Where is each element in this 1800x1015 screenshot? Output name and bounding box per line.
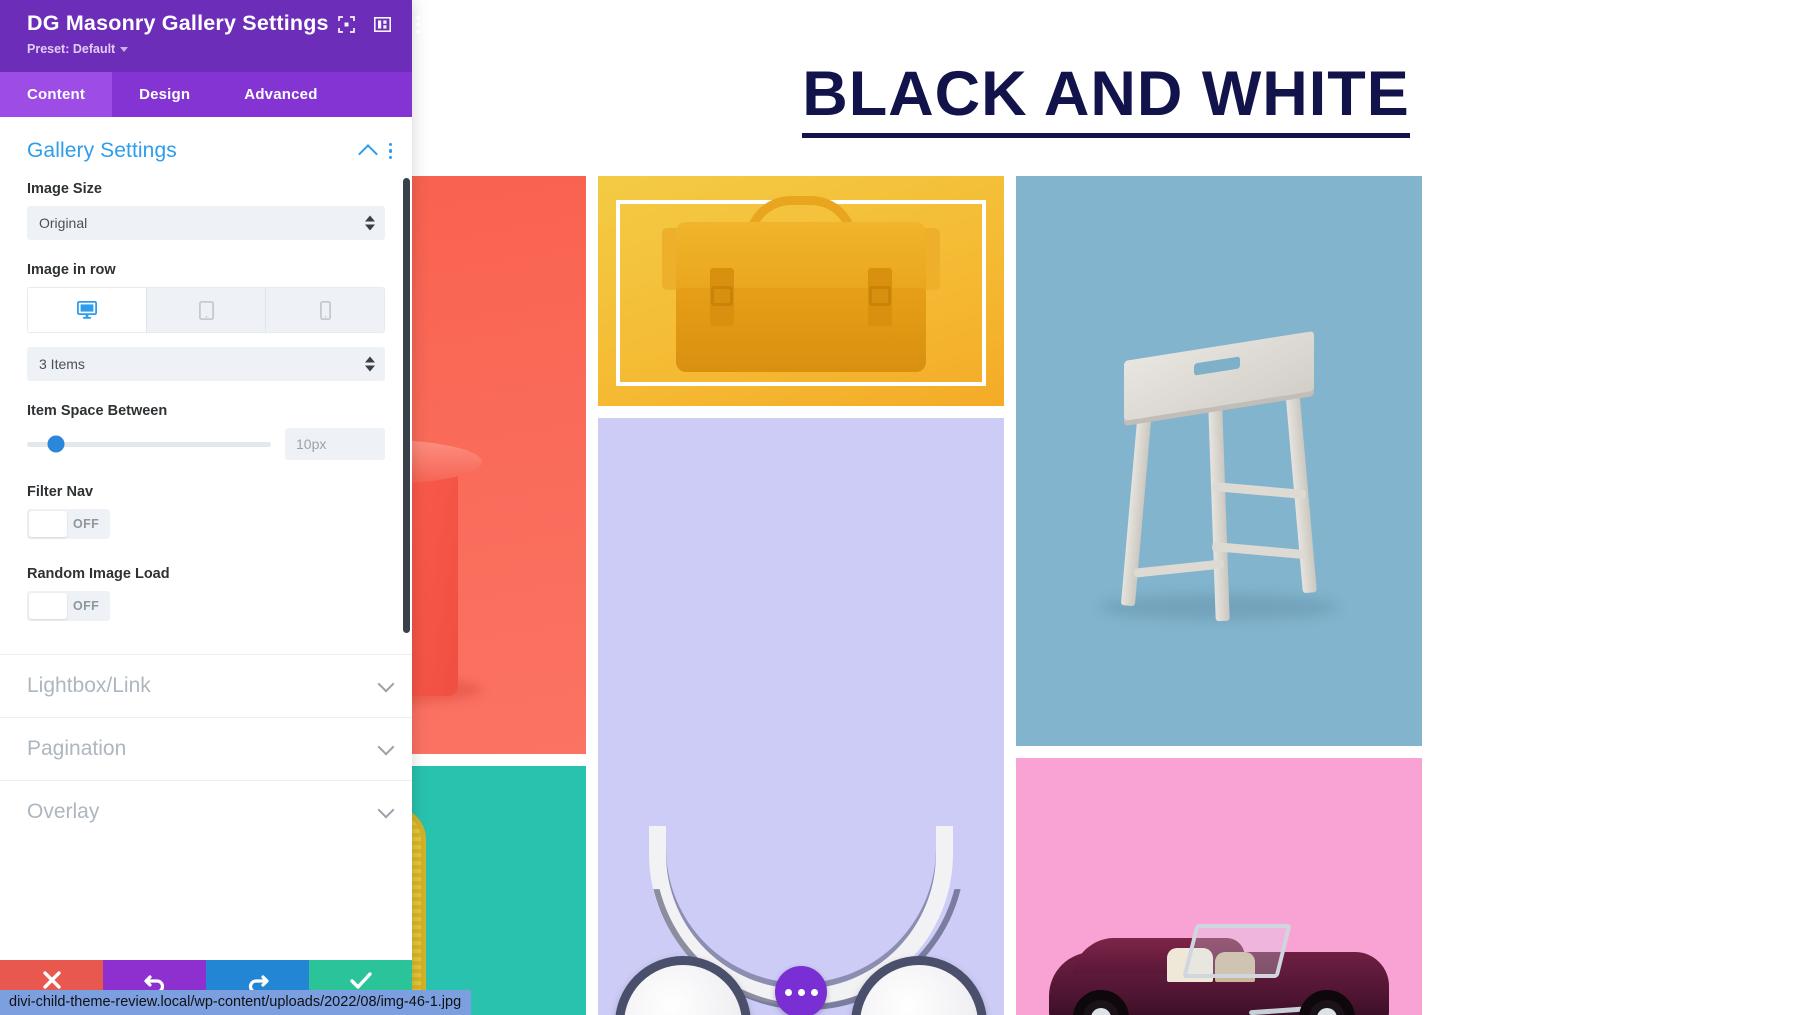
kebab-menu-icon[interactable] <box>401 10 437 38</box>
chevron-down-icon <box>377 675 395 692</box>
pagination-label: Pagination <box>27 737 127 760</box>
phone-icon <box>319 300 331 320</box>
random-image-load-state: OFF <box>73 599 100 613</box>
section-pagination[interactable]: Pagination <box>0 717 412 780</box>
dot-1 <box>784 988 792 996</box>
page-heading-wrap: BLACK AND WHITE <box>412 59 1800 139</box>
status-bar-url: divi-child-theme-review.local/wp-content… <box>9 994 462 1010</box>
section-overlay[interactable]: Overlay <box>0 780 412 843</box>
layout-columns-icon[interactable] <box>365 10 401 38</box>
field-item-space-between: Item Space Between 10px <box>0 381 412 460</box>
gallery-overlay-dots-button[interactable] <box>775 966 827 1015</box>
section-lightbox-link[interactable]: Lightbox/Link <box>0 654 412 717</box>
field-image-in-row: Image in row <box>0 240 412 333</box>
module-settings-panel: DG Masonry Gallery Settings Preset: Defa… <box>0 0 421 1015</box>
masonry-gallery: SONY SONY <box>180 176 1800 1015</box>
device-tablet-button[interactable] <box>147 288 266 332</box>
select-arrows-icon <box>365 356 375 372</box>
slider-knob[interactable] <box>47 435 65 453</box>
gallery-item-lavender-headphones[interactable]: SONY SONY <box>598 418 1004 1015</box>
toggle-switch-handle <box>29 511 67 537</box>
gallery-item-blue-stool[interactable] <box>1016 176 1422 746</box>
items-per-row-value: 3 Items <box>39 356 85 372</box>
panel-tabs: Content Design Advanced <box>0 72 412 117</box>
undo-icon <box>143 975 164 991</box>
redo-icon <box>248 975 269 991</box>
section-title: Gallery Settings <box>27 139 177 162</box>
dot-3 <box>810 988 818 996</box>
check-icon <box>349 972 372 989</box>
responsive-device-toggle <box>27 287 385 333</box>
dot-2 <box>797 988 805 996</box>
chevron-down-icon <box>377 801 395 818</box>
field-image-size: Image Size Original <box>0 169 412 240</box>
filter-nav-toggle[interactable]: OFF <box>27 509 111 539</box>
select-arrows-icon <box>365 215 375 231</box>
gallery-item-yellow-bag[interactable] <box>598 176 1004 406</box>
gallery-column-2: SONY SONY <box>598 176 1004 1015</box>
items-per-row-select[interactable]: 3 Items <box>27 347 385 381</box>
item-space-value: 10px <box>296 436 327 452</box>
panel-scrollbar[interactable] <box>403 178 410 633</box>
section-kebab-icon[interactable] <box>388 142 392 160</box>
chevron-down-icon <box>120 46 129 52</box>
tablet-icon <box>198 300 214 320</box>
focus-frame-icon[interactable] <box>329 10 365 38</box>
car-illustration <box>1049 898 1389 1015</box>
preset-label: Preset: Default <box>27 42 116 56</box>
item-space-slider[interactable] <box>27 435 271 453</box>
panel-title: DG Masonry Gallery Settings <box>27 11 329 36</box>
tab-design[interactable]: Design <box>112 72 217 117</box>
panel-body: Gallery Settings Image Size Original Ima… <box>0 117 412 1015</box>
toggle-switch-handle <box>29 593 67 619</box>
close-icon <box>42 971 61 989</box>
lightbox-link-label: Lightbox/Link <box>27 674 151 697</box>
panel-header: DG Masonry Gallery Settings Preset: Defa… <box>0 0 421 72</box>
image-size-value: Original <box>39 215 88 231</box>
preset-selector[interactable]: Preset: Default <box>27 42 396 56</box>
random-image-load-label: Random Image Load <box>27 566 170 582</box>
screen: BLACK AND WHITE DG Masonry Gallery Setti… <box>0 0 1800 1015</box>
gallery-settings-section-header[interactable]: Gallery Settings <box>0 117 412 169</box>
chevron-down-icon <box>377 738 395 755</box>
tab-content[interactable]: Content <box>0 72 113 117</box>
image-size-label: Image Size <box>27 181 102 197</box>
status-bar-link-preview: divi-child-theme-review.local/wp-content… <box>0 990 472 1015</box>
tab-advanced[interactable]: Advanced <box>217 72 344 117</box>
bag-illustration <box>662 196 940 372</box>
page-title: BLACK AND WHITE <box>802 59 1410 139</box>
chevron-up-icon[interactable] <box>357 143 378 164</box>
desktop-icon <box>77 301 97 319</box>
device-desktop-button[interactable] <box>28 288 147 332</box>
image-in-row-label: Image in row <box>27 262 116 278</box>
field-random-image-load: Random Image Load OFF <box>0 542 412 624</box>
item-space-value-input[interactable]: 10px <box>285 428 385 460</box>
field-items-per-row: 3 Items <box>0 333 412 381</box>
image-size-select[interactable]: Original <box>27 206 385 240</box>
device-phone-button[interactable] <box>266 288 384 332</box>
field-filter-nav: Filter Nav OFF <box>0 460 412 542</box>
item-space-between-label: Item Space Between <box>27 403 168 419</box>
stool-illustration <box>1094 296 1344 626</box>
overlay-label: Overlay <box>27 800 100 823</box>
gallery-column-3 <box>1016 176 1422 1015</box>
gallery-item-pink-car[interactable] <box>1016 758 1422 1015</box>
random-image-load-toggle[interactable]: OFF <box>27 591 111 621</box>
filter-nav-label: Filter Nav <box>27 484 94 500</box>
filter-nav-state: OFF <box>73 517 100 531</box>
